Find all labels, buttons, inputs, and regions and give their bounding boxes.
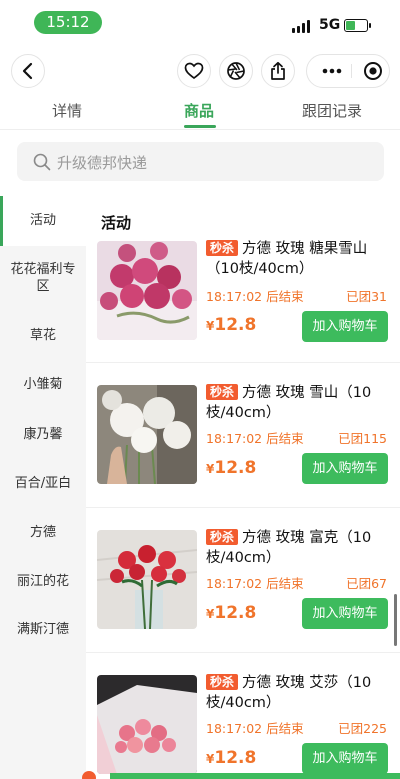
add-to-cart-button[interactable]: 加入购物车 — [302, 743, 388, 774]
more-button[interactable] — [317, 55, 347, 87]
sidebar-item-label: 小雏菊 — [23, 377, 63, 392]
flash-sale-tag: 秒杀 — [206, 240, 239, 256]
grouped-count: 已团31 — [346, 289, 387, 304]
product-list: 活动 秒杀 方德 玫瑰 糖果雪山（10枝/40cm） 18:17:02 后结束 已… — [86, 196, 400, 779]
sidebar-item-daisy[interactable]: 小雏菊 — [0, 376, 86, 393]
sidebar-item-manstin[interactable]: 满斯汀德 — [0, 621, 86, 638]
sidebar-item-lily[interactable]: 百合/亚白 — [0, 475, 86, 492]
signal-icon — [292, 20, 314, 33]
product-card[interactable]: 秒杀 方德 玫瑰 艾莎（10枝/40cm） 18:17:02 后结束 已团225 … — [86, 653, 400, 779]
tab-group-records[interactable]: 跟团记录 — [302, 100, 362, 121]
product-image — [97, 385, 197, 484]
sidebar-item-label: 满斯汀德 — [16, 622, 69, 637]
flash-sale-tag: 秒杀 — [206, 384, 239, 400]
active-tab-indicator — [184, 125, 216, 128]
favorite-button[interactable] — [177, 54, 211, 88]
price-value: 12.8 — [214, 603, 257, 623]
product-card[interactable]: 秒杀 方德 玫瑰 富克（10枝/40cm） 18:17:02 后结束 已团67 ¥… — [86, 508, 400, 653]
product-title: 秒杀 方德 玫瑰 富克（10枝/40cm） — [206, 528, 396, 568]
tab-bar: 详情 商品 跟团记录 — [0, 96, 400, 130]
aperture-icon — [227, 62, 245, 80]
countdown-text: 18:17:02 后结束 — [206, 721, 304, 736]
tab-detail[interactable]: 详情 — [52, 100, 82, 121]
add-to-cart-button[interactable]: 加入购物车 — [302, 453, 388, 484]
product-title: 秒杀 方德 玫瑰 雪山（10枝/40cm） — [206, 383, 396, 423]
price-value: 12.8 — [214, 458, 257, 478]
sidebar-item-label: 花花福利专区 — [10, 262, 76, 294]
product-price: ¥12.8 — [206, 315, 256, 335]
network-type: 5G — [319, 17, 341, 33]
sidebar-item-label: 百合/亚白 — [14, 476, 72, 491]
grouped-count: 已团225 — [338, 721, 387, 736]
camera-button[interactable] — [219, 54, 253, 88]
sidebar-item-carnation[interactable]: 康乃馨 — [0, 426, 86, 443]
search-placeholder: 升级德邦快递 — [57, 154, 148, 172]
sidebar-item-label: 草花 — [29, 328, 56, 343]
sidebar-item-lijiang[interactable]: 丽江的花 — [0, 573, 86, 590]
product-price: ¥12.8 — [206, 748, 256, 768]
add-to-cart-button[interactable]: 加入购物车 — [302, 311, 388, 342]
product-price: ¥12.8 — [206, 458, 256, 478]
search-input[interactable]: 升级德邦快递 — [17, 142, 384, 181]
price-value: 12.8 — [214, 315, 257, 335]
product-image — [97, 241, 197, 340]
nav-bar — [0, 52, 400, 92]
product-card[interactable]: 秒杀 方德 玫瑰 糖果雪山（10枝/40cm） 18:17:02 后结束 已团31… — [86, 218, 400, 363]
countdown-text: 18:17:02 后结束 — [206, 289, 304, 304]
scrollbar[interactable] — [394, 594, 397, 646]
sidebar-item-label: 活动 — [29, 213, 56, 228]
product-image — [97, 675, 197, 774]
chevron-left-icon — [22, 62, 33, 80]
sidebar-active-indicator — [0, 196, 3, 246]
battery-icon — [344, 19, 371, 32]
grouped-count: 已团115 — [338, 431, 387, 446]
back-button[interactable] — [11, 54, 45, 88]
tab-goods[interactable]: 商品 — [184, 100, 214, 121]
product-card[interactable]: 秒杀 方德 玫瑰 雪山（10枝/40cm） 18:17:02 后结束 已团115 … — [86, 363, 400, 508]
add-to-cart-button[interactable]: 加入购物车 — [302, 598, 388, 629]
bottom-action-bar[interactable] — [110, 773, 400, 779]
countdown-text: 18:17:02 后结束 — [206, 431, 304, 446]
grouped-count: 已团67 — [346, 576, 387, 591]
flash-sale-tag: 秒杀 — [206, 674, 239, 690]
sidebar-item-label: 康乃馨 — [23, 427, 63, 442]
sidebar-item-fangde[interactable]: 方德 — [0, 524, 86, 541]
sidebar-item-label: 方德 — [29, 525, 56, 540]
mini-program-capsule — [306, 54, 390, 88]
product-title: 秒杀 方德 玫瑰 糖果雪山（10枝/40cm） — [206, 239, 396, 279]
share-button[interactable] — [261, 54, 295, 88]
product-title: 秒杀 方德 玫瑰 艾莎（10枝/40cm） — [206, 673, 396, 713]
target-icon — [364, 62, 382, 80]
sidebar-item-grass-flowers[interactable]: 草花 — [0, 327, 86, 344]
price-value: 12.8 — [214, 748, 257, 768]
flash-sale-tag: 秒杀 — [206, 529, 239, 545]
close-button[interactable] — [359, 55, 387, 87]
more-dots-icon — [322, 68, 342, 74]
status-time: 15:12 — [34, 11, 102, 34]
product-price: ¥12.8 — [206, 603, 256, 623]
sidebar-item-activity[interactable]: 活动 — [0, 196, 86, 246]
sidebar-item-welfare[interactable]: 花花福利专区 — [0, 261, 86, 295]
cart-badge — [82, 771, 96, 779]
search-icon — [33, 153, 51, 171]
status-bar: 15:12 5G — [0, 0, 400, 46]
category-sidebar: 活动 花花福利专区 草花 小雏菊 康乃馨 百合/亚白 方德 丽江的花 满斯汀德 — [0, 196, 86, 779]
share-icon — [271, 61, 285, 80]
heart-icon — [184, 62, 204, 80]
countdown-text: 18:17:02 后结束 — [206, 576, 304, 591]
sidebar-item-label: 丽江的花 — [16, 574, 69, 589]
product-image — [97, 530, 197, 629]
